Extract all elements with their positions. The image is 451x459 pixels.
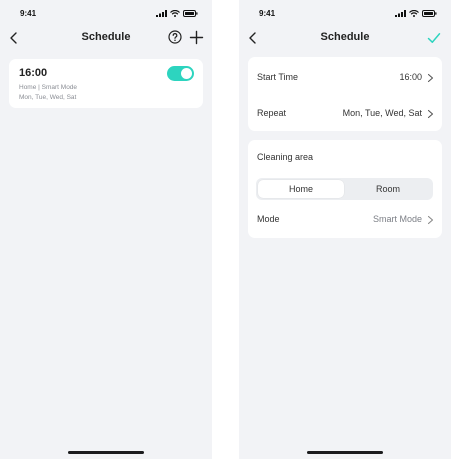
chevron-right-icon — [427, 215, 434, 225]
wifi-icon — [409, 10, 419, 17]
start-time-value: 16:00 — [399, 72, 422, 82]
schedule-enable-toggle[interactable] — [167, 66, 194, 81]
chevron-right-icon — [427, 73, 434, 83]
start-time-label: Start Time — [257, 72, 299, 82]
schedule-edit-screen: 9:41 Schedule Start Time 16:00 Repeat Mo… — [239, 0, 451, 459]
toggle-knob — [181, 68, 192, 79]
status-icons — [156, 10, 198, 17]
mode-row[interactable]: Mode Smart Mode — [248, 211, 442, 231]
schedule-time: 16:00 — [19, 67, 48, 79]
status-time: 9:41 — [259, 9, 276, 18]
chevron-right-icon — [427, 109, 434, 119]
checkmark-icon[interactable] — [427, 31, 441, 45]
schedule-days: Mon, Tue, Wed, Sat — [19, 94, 77, 101]
battery-icon — [422, 10, 437, 17]
chevron-left-icon[interactable] — [7, 30, 21, 46]
start-time-row[interactable]: Start Time 16:00 — [248, 69, 442, 89]
signal-icon — [395, 10, 406, 17]
nav-bar: Schedule — [239, 28, 451, 48]
repeat-label: Repeat — [257, 108, 287, 118]
status-bar: 9:41 — [0, 9, 212, 21]
home-indicator[interactable] — [68, 451, 144, 454]
status-time: 9:41 — [20, 9, 37, 18]
battery-icon — [183, 10, 198, 17]
chevron-left-icon[interactable] — [246, 30, 260, 46]
plus-icon[interactable] — [189, 30, 204, 45]
cleaning-area-card: Cleaning area Home Room Mode Smart Mode — [248, 140, 442, 238]
time-settings-card: Start Time 16:00 Repeat Mon, Tue, Wed, S… — [248, 57, 442, 131]
page-title: Schedule — [320, 31, 370, 43]
nav-bar: Schedule — [0, 28, 212, 48]
repeat-value: Mon, Tue, Wed, Sat — [342, 108, 422, 118]
mode-value: Smart Mode — [372, 214, 422, 224]
segment-room[interactable]: Room — [345, 180, 431, 198]
schedule-item-card[interactable]: 16:00 Home | Smart Mode Mon, Tue, Wed, S… — [9, 59, 203, 108]
schedule-list-screen: 9:41 Schedule 16:00 Home | Smart Mode Mo… — [0, 0, 212, 459]
mode-label: Mode — [257, 214, 280, 224]
wifi-icon — [170, 10, 180, 17]
cleaning-area-title: Cleaning area — [257, 152, 314, 162]
question-circle-icon[interactable] — [168, 30, 182, 44]
schedule-area-mode: Home | Smart Mode — [19, 84, 78, 91]
home-indicator[interactable] — [307, 451, 383, 454]
segment-home[interactable]: Home — [258, 180, 344, 198]
repeat-row[interactable]: Repeat Mon, Tue, Wed, Sat — [248, 105, 442, 125]
cleaning-area-segmented-control: Home Room — [256, 178, 433, 200]
status-icons — [395, 10, 437, 17]
status-bar: 9:41 — [239, 9, 451, 21]
signal-icon — [156, 10, 167, 17]
